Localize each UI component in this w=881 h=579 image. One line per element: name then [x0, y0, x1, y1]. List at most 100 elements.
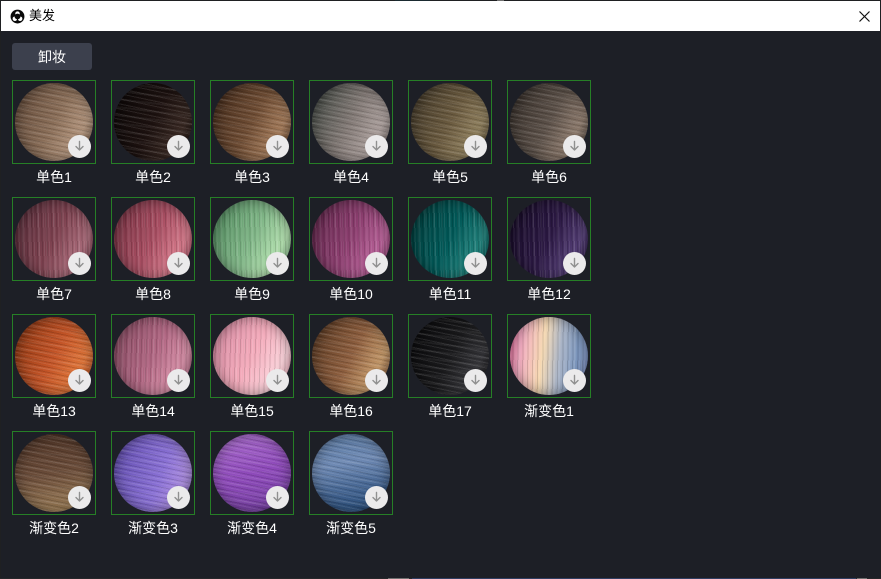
hair-swatch-17[interactable]	[408, 314, 492, 398]
download-badge[interactable]	[68, 135, 91, 158]
hair-label: 单色14	[111, 398, 195, 431]
app-logo-icon	[10, 9, 25, 24]
hair-label: 单色9	[210, 281, 294, 314]
hair-swatch-1[interactable]	[12, 80, 96, 164]
download-badge[interactable]	[68, 486, 91, 509]
download-badge[interactable]	[167, 369, 190, 392]
hair-swatch-15[interactable]	[210, 314, 294, 398]
hair-item-22: 渐变色5	[309, 431, 393, 548]
hair-label: 单色13	[12, 398, 96, 431]
hair-item-2: 单色2	[111, 80, 195, 197]
hair-swatch-14[interactable]	[111, 314, 195, 398]
download-arrow-icon	[172, 491, 185, 504]
hair-swatch-3[interactable]	[210, 80, 294, 164]
hair-label: 单色5	[408, 164, 492, 197]
hair-swatch-18[interactable]	[507, 314, 591, 398]
hair-swatch-7[interactable]	[12, 197, 96, 281]
download-arrow-icon	[568, 374, 581, 387]
edge-segment	[497, 0, 504, 1]
hair-item-5: 单色5	[408, 80, 492, 197]
download-badge[interactable]	[365, 486, 388, 509]
hair-label: 单色15	[210, 398, 294, 431]
download-arrow-icon	[469, 140, 482, 153]
hair-label: 单色6	[507, 164, 591, 197]
hair-label: 渐变色4	[210, 515, 294, 548]
download-arrow-icon	[73, 374, 86, 387]
dialog-body: 卸妆 单色1单色2单色3单色4单色5单色6单色7单色8单色9单色10单色11单色…	[1, 31, 880, 578]
download-badge[interactable]	[266, 135, 289, 158]
hair-item-3: 单色3	[210, 80, 294, 197]
download-badge[interactable]	[365, 369, 388, 392]
hair-swatch-19[interactable]	[12, 431, 96, 515]
download-badge[interactable]	[266, 486, 289, 509]
hair-swatch-22[interactable]	[309, 431, 393, 515]
screen-top-edge	[0, 0, 881, 1]
hair-label: 单色4	[309, 164, 393, 197]
download-arrow-icon	[73, 140, 86, 153]
download-badge[interactable]	[167, 135, 190, 158]
hair-swatch-21[interactable]	[210, 431, 294, 515]
hair-label: 单色16	[309, 398, 393, 431]
download-arrow-icon	[469, 257, 482, 270]
hair-item-4: 单色4	[309, 80, 393, 197]
hair-swatch-20[interactable]	[111, 431, 195, 515]
hair-item-10: 单色10	[309, 197, 393, 314]
download-badge[interactable]	[563, 252, 586, 275]
close-icon[interactable]	[857, 9, 872, 24]
download-badge[interactable]	[266, 252, 289, 275]
download-arrow-icon	[469, 374, 482, 387]
download-badge[interactable]	[365, 252, 388, 275]
hair-item-11: 单色11	[408, 197, 492, 314]
hair-item-8: 单色8	[111, 197, 195, 314]
hair-label: 单色12	[507, 281, 591, 314]
hair-swatch-9[interactable]	[210, 197, 294, 281]
download-arrow-icon	[172, 257, 185, 270]
hair-item-7: 单色7	[12, 197, 96, 314]
download-arrow-icon	[568, 257, 581, 270]
hair-swatch-4[interactable]	[309, 80, 393, 164]
hair-swatch-10[interactable]	[309, 197, 393, 281]
download-badge[interactable]	[167, 252, 190, 275]
download-arrow-icon	[73, 257, 86, 270]
hair-item-9: 单色9	[210, 197, 294, 314]
download-badge[interactable]	[365, 135, 388, 158]
hair-item-21: 渐变色4	[210, 431, 294, 548]
hair-item-17: 单色17	[408, 314, 492, 431]
hair-swatch-11[interactable]	[408, 197, 492, 281]
download-badge[interactable]	[464, 369, 487, 392]
download-badge[interactable]	[464, 135, 487, 158]
download-badge[interactable]	[167, 486, 190, 509]
download-arrow-icon	[271, 374, 284, 387]
download-arrow-icon	[370, 374, 383, 387]
hair-label: 渐变色2	[12, 515, 96, 548]
hair-dialog: 美发 卸妆 单色1单色2单色3单色4单色5单色6单色7单色8单色9单色10单色1…	[0, 0, 881, 579]
hair-label: 单色10	[309, 281, 393, 314]
download-badge[interactable]	[563, 135, 586, 158]
download-arrow-icon	[271, 140, 284, 153]
hair-label: 渐变色5	[309, 515, 393, 548]
hair-item-15: 单色15	[210, 314, 294, 431]
download-badge[interactable]	[68, 252, 91, 275]
hair-item-6: 单色6	[507, 80, 591, 197]
hair-swatch-2[interactable]	[111, 80, 195, 164]
hair-grid: 单色1单色2单色3单色4单色5单色6单色7单色8单色9单色10单色11单色12单…	[12, 80, 591, 548]
download-arrow-icon	[73, 491, 86, 504]
download-badge[interactable]	[266, 369, 289, 392]
download-arrow-icon	[370, 140, 383, 153]
download-arrow-icon	[172, 140, 185, 153]
hair-label: 渐变色1	[507, 398, 591, 431]
hair-swatch-6[interactable]	[507, 80, 591, 164]
hair-swatch-13[interactable]	[12, 314, 96, 398]
hair-item-20: 渐变色3	[111, 431, 195, 548]
download-badge[interactable]	[464, 252, 487, 275]
hair-swatch-12[interactable]	[507, 197, 591, 281]
hair-swatch-5[interactable]	[408, 80, 492, 164]
download-arrow-icon	[568, 140, 581, 153]
hair-swatch-16[interactable]	[309, 314, 393, 398]
download-badge[interactable]	[68, 369, 91, 392]
remove-makeup-button[interactable]: 卸妆	[12, 43, 92, 70]
download-badge[interactable]	[563, 369, 586, 392]
download-arrow-icon	[370, 257, 383, 270]
hair-label: 渐变色3	[111, 515, 195, 548]
hair-swatch-8[interactable]	[111, 197, 195, 281]
